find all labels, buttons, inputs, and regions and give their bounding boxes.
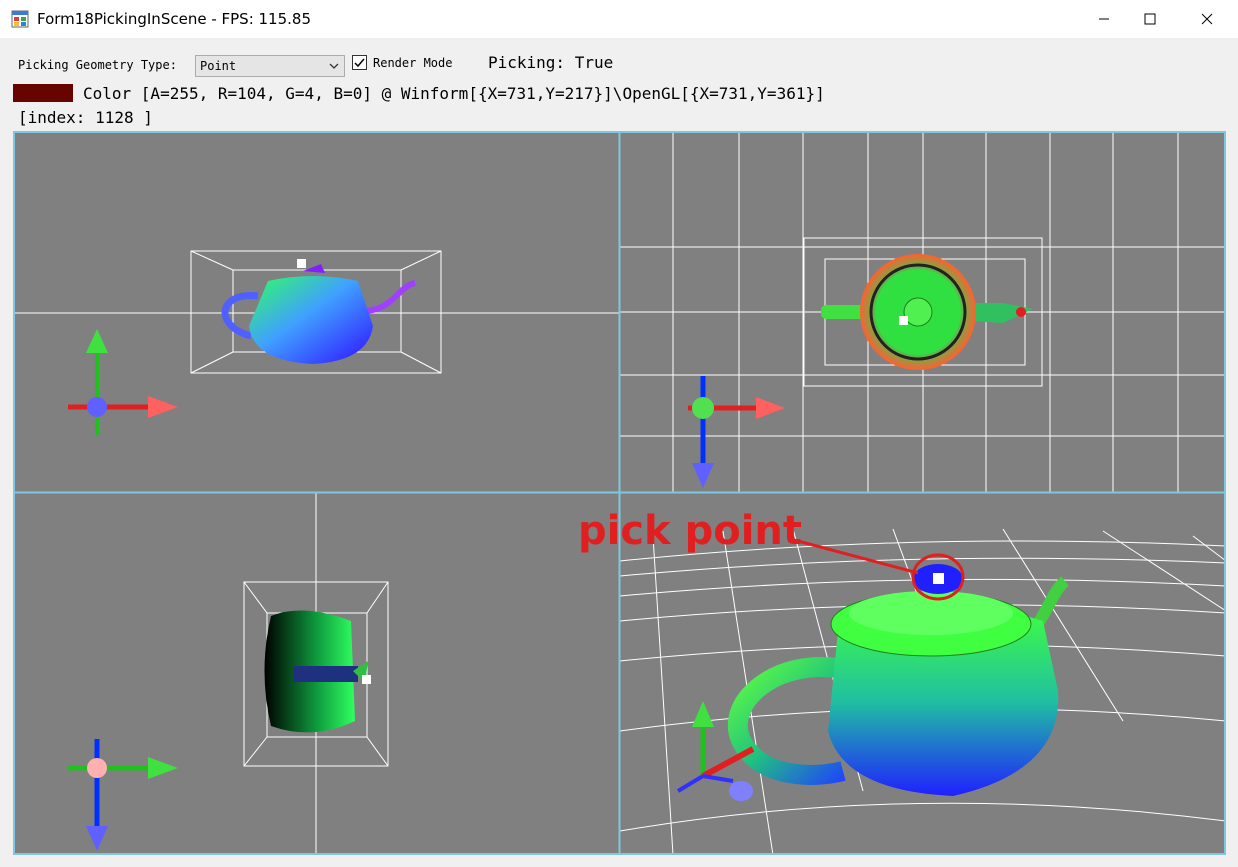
maximize-button[interactable] — [1127, 0, 1173, 38]
render-mode-label: Render Mode — [373, 56, 453, 70]
pick-point-annotation: pick point — [578, 508, 803, 554]
maximize-icon — [1144, 13, 1156, 25]
title-bar: Form18PickingInScene - FPS: 115.85 — [0, 0, 1238, 38]
picked-color-swatch — [13, 84, 73, 102]
checkmark-icon — [354, 58, 365, 68]
window-title: Form18PickingInScene - FPS: 115.85 — [37, 10, 311, 28]
scene-viewports[interactable] — [13, 131, 1226, 855]
close-button[interactable] — [1184, 0, 1230, 38]
minimize-icon — [1099, 18, 1109, 20]
minimize-button[interactable] — [1081, 0, 1127, 38]
viewport-side[interactable] — [13, 493, 619, 855]
app-icon — [11, 10, 29, 28]
geometry-type-value: Point — [200, 59, 237, 73]
picking-status: Picking: True — [488, 53, 614, 72]
chevron-down-icon — [329, 63, 339, 69]
viewport-top[interactable] — [620, 131, 1226, 492]
geometry-type-select[interactable]: Point — [195, 55, 345, 77]
viewport-front[interactable] — [13, 131, 619, 492]
render-mode-checkbox[interactable] — [352, 55, 367, 70]
close-icon — [1201, 13, 1213, 25]
geometry-type-label: Picking Geometry Type: — [18, 58, 177, 72]
picked-index-info: [index: 1128 ] — [18, 108, 153, 127]
picked-color-info: Color [A=255, R=104, G=4, B=0] @ Winform… — [83, 84, 825, 103]
